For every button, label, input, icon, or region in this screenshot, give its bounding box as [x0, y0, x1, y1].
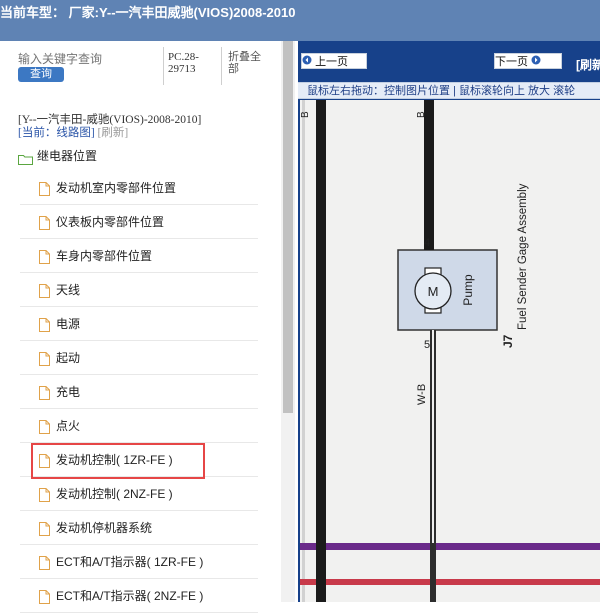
- folder-label: 继电器位置: [37, 148, 98, 163]
- pc-code: PC.28-29713: [168, 51, 199, 75]
- motor-label: M: [428, 284, 439, 299]
- tree-item-label: 发动机停机器系统: [56, 521, 153, 535]
- wire-label-right: B: [416, 111, 427, 118]
- next-page-button[interactable]: 下一页: [494, 53, 562, 69]
- tree-item[interactable]: 起动: [20, 341, 258, 375]
- scroll-thumb[interactable]: [283, 41, 293, 413]
- current-label: [当前：线路图]: [18, 127, 95, 139]
- document-icon: [39, 419, 50, 434]
- search-button[interactable]: 查询: [18, 67, 64, 82]
- document-icon: [39, 283, 50, 298]
- document-icon: [39, 317, 50, 332]
- pin-top-label: 4: [424, 237, 430, 249]
- tree-item-label: 起动: [56, 351, 81, 365]
- tree-item-label: 充电: [56, 385, 81, 399]
- folder-relay-locations[interactable]: 继电器位置: [18, 145, 97, 165]
- document-icon: [39, 181, 50, 196]
- refresh-link[interactable]: [刷新]: [98, 127, 129, 139]
- tree-item[interactable]: 充电: [20, 375, 258, 409]
- document-icon: [39, 351, 50, 366]
- current-vehicle-title: 当前车型： 厂家:Y--一汽丰田威驰(VIOS)2008-2010: [0, 5, 296, 20]
- wiring-diagram-svg: M Pump 4 5 B B W-B J7 Fuel Sender Gage A…: [300, 100, 600, 602]
- wire-label-left: B: [300, 111, 311, 118]
- tree-item[interactable]: 车身内零部件位置: [20, 239, 258, 273]
- document-icon: [39, 555, 50, 570]
- purple-wire: [300, 543, 600, 550]
- highlight-box: [31, 443, 205, 479]
- tree-item[interactable]: 天线: [20, 273, 258, 307]
- hint-bar: 鼠标左右拖动：控制图片位置 | 鼠标滚轮向上 放大 滚轮: [298, 82, 600, 99]
- left-panel: 查询 PC.28-29713 折叠全部 [Y--一汽丰田-威驰(VIOS)-20…: [0, 41, 298, 613]
- tree-item-label: 仪表板内零部件位置: [56, 215, 165, 229]
- tree-item-label: ECT和A/T指示器( 2NZ-FE ): [56, 589, 204, 603]
- folder-icon: [18, 150, 33, 165]
- tree-item[interactable]: 发动机控制( 2NZ-FE ): [20, 477, 258, 511]
- tree-item[interactable]: 点火: [20, 409, 258, 443]
- tree-item[interactable]: ECT和A/T指示器( 1ZR-FE ): [20, 545, 258, 579]
- prev-page-button[interactable]: 上一页: [301, 53, 367, 69]
- wire-label-bottom: W-B: [416, 384, 428, 405]
- refresh-viewer-button[interactable]: [刷新: [576, 56, 600, 73]
- tree-item[interactable]: ECT和A/T指示器( 2NZ-FE ): [20, 579, 258, 613]
- prev-page-label: 上一页: [315, 56, 349, 68]
- pump-label: Pump: [461, 274, 475, 306]
- left-wire: [316, 100, 326, 602]
- divider: [221, 47, 222, 85]
- document-icon: [39, 521, 50, 536]
- document-icon: [39, 487, 50, 502]
- component-name: Fuel Sender Gage Assembly: [517, 183, 529, 330]
- arrow-left-icon: [302, 54, 312, 70]
- document-icon: [39, 215, 50, 230]
- top-header: 当前车型： 厂家:Y--一汽丰田威驰(VIOS)2008-2010: [0, 0, 600, 41]
- document-icon: [39, 249, 50, 264]
- divider: [163, 47, 164, 85]
- viewer-panel: 上一页 下一页 [刷新 鼠标左右拖动：控制图片位置 | 鼠标滚轮向上 放大 滚轮…: [298, 41, 600, 602]
- tree-item-label: 天线: [56, 283, 81, 297]
- tree-item-label: 发动机室内零部件位置: [56, 181, 177, 195]
- next-page-label: 下一页: [495, 56, 528, 68]
- pin-bottom-label: 5: [424, 339, 430, 351]
- top-wire: [424, 100, 434, 236]
- arrow-right-icon: [531, 54, 541, 70]
- document-icon: [39, 385, 50, 400]
- left-scrollbar[interactable]: [281, 41, 295, 602]
- tree-item-label: 点火: [56, 419, 81, 433]
- red-wire: [300, 579, 600, 585]
- component-id: J7: [501, 334, 515, 348]
- collapse-all-button[interactable]: 折叠全部: [228, 51, 268, 75]
- tree-item[interactable]: 电源: [20, 307, 258, 341]
- tree-item-label: 电源: [56, 317, 81, 331]
- tree-item[interactable]: 发动机室内零部件位置: [20, 171, 258, 205]
- tree-item[interactable]: 仪表板内零部件位置: [20, 205, 258, 239]
- tree-item-label: 车身内零部件位置: [56, 249, 153, 263]
- tree-item-label: 发动机控制( 2NZ-FE ): [56, 487, 173, 501]
- document-icon: [39, 589, 50, 604]
- wiring-diagram[interactable]: M Pump 4 5 B B W-B J7 Fuel Sender Gage A…: [300, 100, 600, 602]
- search-input[interactable]: [18, 52, 158, 66]
- tree-item[interactable]: 发动机停机器系统: [20, 511, 258, 545]
- tree-item-label: ECT和A/T指示器( 1ZR-FE ): [56, 555, 204, 569]
- current-location: [当前：线路图] [刷新]: [18, 124, 128, 140]
